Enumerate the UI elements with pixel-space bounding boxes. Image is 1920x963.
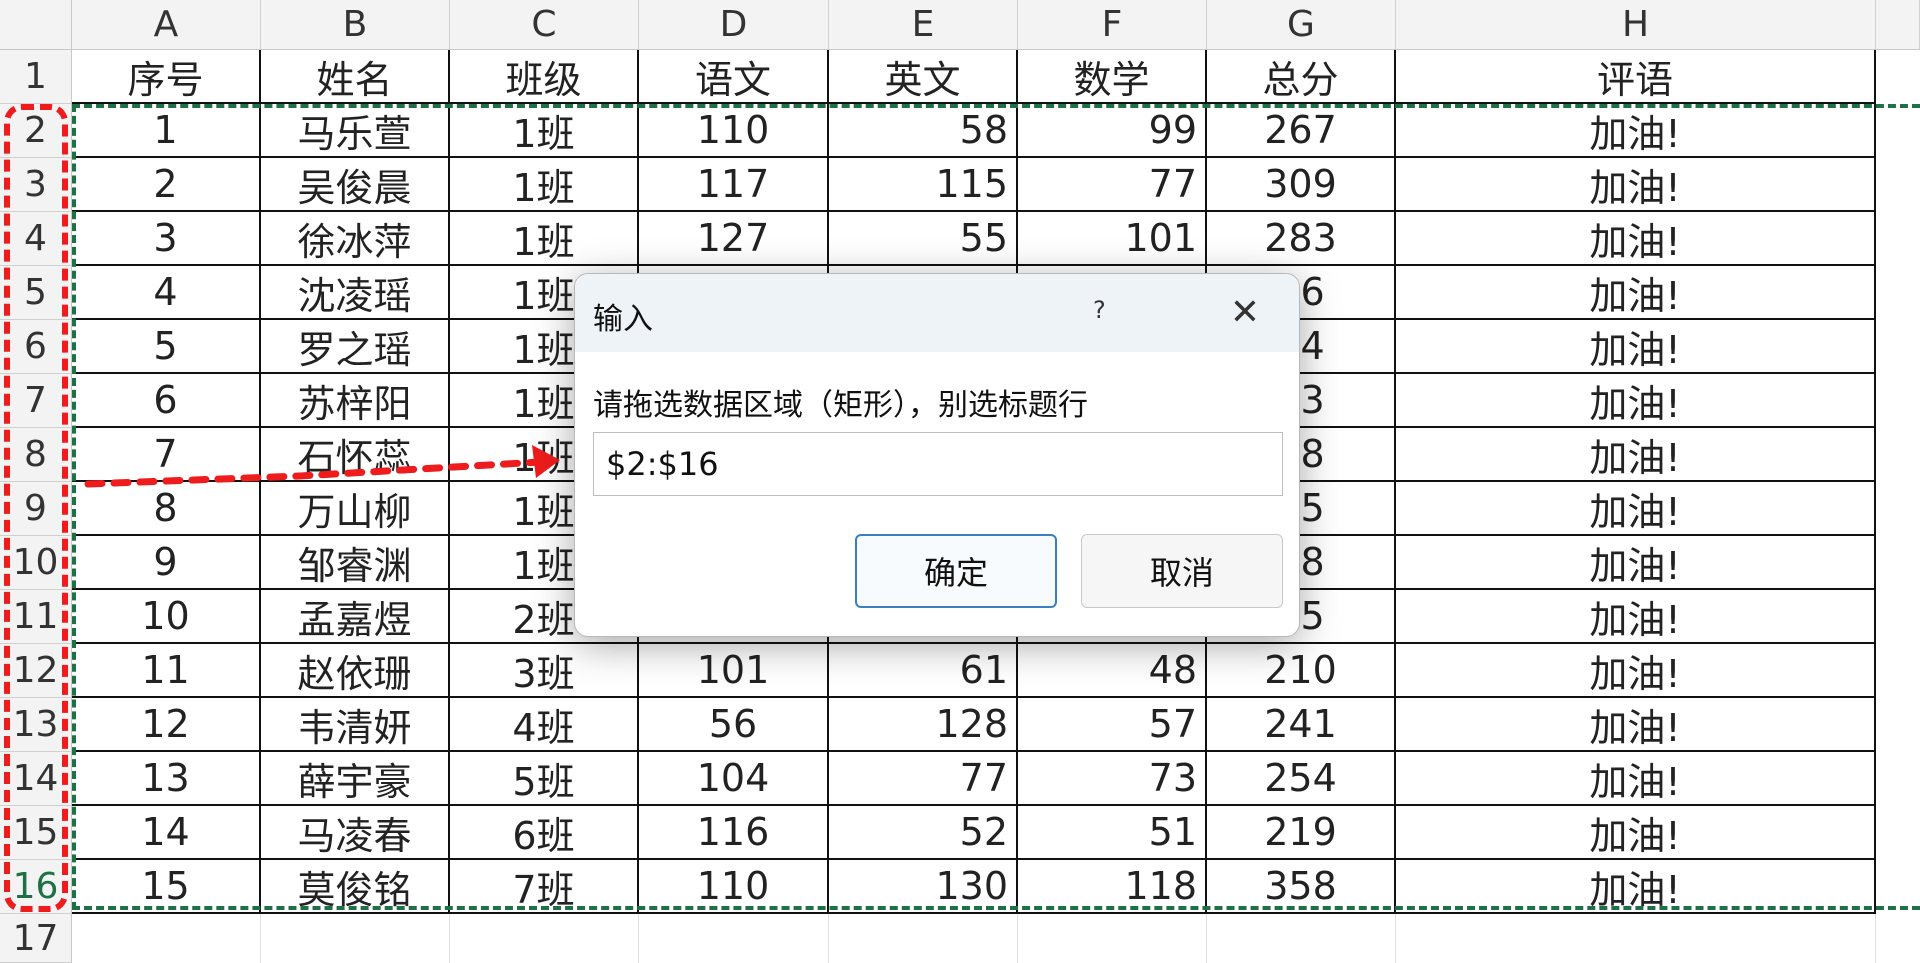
- dialog-prompt: 请拖选数据区域（矩形），别选标题行: [593, 388, 1088, 423]
- dialog-title: 输入: [593, 302, 653, 337]
- cancel-button[interactable]: 取消: [1081, 534, 1283, 608]
- range-input[interactable]: $2:$16: [593, 432, 1283, 496]
- ok-button[interactable]: 确定: [855, 534, 1057, 608]
- input-dialog[interactable]: 输入 ? ✕ 请拖选数据区域（矩形），别选标题行 $2:$16 确定 取消: [574, 273, 1300, 637]
- close-icon[interactable]: ✕: [1215, 282, 1275, 342]
- dialog-titlebar[interactable]: 输入 ? ✕: [575, 274, 1299, 352]
- help-icon[interactable]: ?: [1093, 296, 1106, 324]
